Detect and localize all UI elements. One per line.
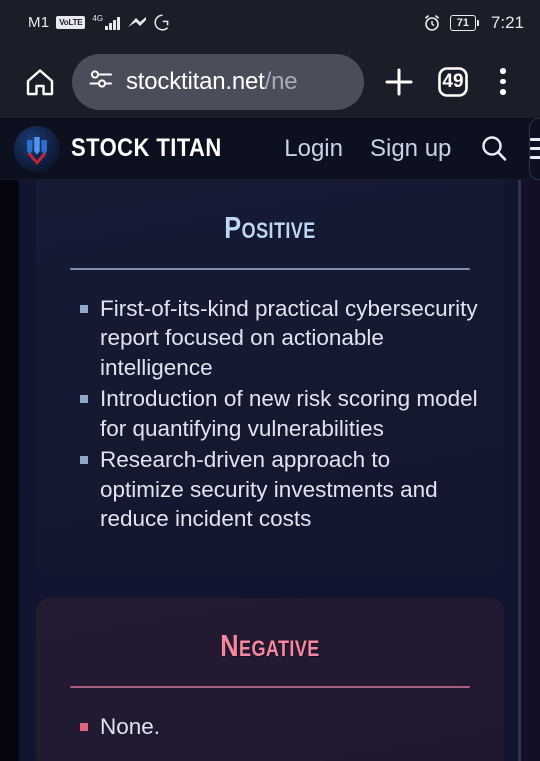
status-bar: M1 VoLTE 4G 71 7:21 — [0, 0, 540, 45]
signal-strength-bars — [105, 16, 120, 30]
signal-bars-icon: 4G — [92, 13, 120, 30]
phone-screen: M1 VoLTE 4G 71 7:21 stocktitan.net/ne 49… — [0, 0, 540, 761]
battery-icon: 71 — [449, 14, 479, 31]
volte-icon: VoLTE — [56, 15, 86, 30]
site-settings-icon[interactable] — [88, 68, 114, 95]
positive-divider — [70, 268, 470, 270]
browser-toolbar: stocktitan.net/ne 49 — [0, 45, 540, 118]
battery-level-label: 71 — [449, 14, 476, 31]
clock-label: 7:21 — [490, 12, 524, 32]
list-item: Introduction of new risk scoring model f… — [80, 384, 478, 443]
list-item: None. — [80, 712, 478, 742]
list-item: First-of-its-kind practical cybersecurit… — [80, 294, 478, 383]
list-item: Research-driven approach to optimize sec… — [80, 445, 478, 534]
vpn-icon — [127, 15, 147, 31]
page-right-gutter — [521, 180, 540, 761]
tab-switcher-icon[interactable]: 49 — [426, 55, 480, 109]
home-icon[interactable] — [14, 56, 66, 108]
new-tab-plus-icon[interactable] — [372, 55, 426, 109]
url-text: stocktitan.net/ne — [126, 67, 298, 96]
positive-card: Positive First-of-its-kind practical cyb… — [36, 180, 504, 575]
page-left-gutter — [0, 180, 19, 761]
signup-link[interactable]: Sign up — [370, 135, 451, 163]
hamburger-menu-icon[interactable] — [529, 117, 540, 180]
stock-titan-logo-icon[interactable] — [14, 125, 60, 172]
brand-title: STOCK TITAN — [71, 134, 222, 162]
negative-card-title: Negative — [220, 628, 320, 663]
url-host: stocktitan.net — [126, 67, 265, 95]
status-bar-right: 71 7:21 — [423, 13, 524, 33]
tab-count-label: 49 — [442, 70, 464, 92]
carrier-label: M1 — [28, 14, 50, 31]
alarm-icon — [423, 14, 441, 32]
page-body: Positive First-of-its-kind practical cyb… — [0, 180, 540, 761]
google-icon — [154, 14, 171, 31]
negative-card: Negative None. — [36, 598, 504, 761]
positive-card-title: Positive — [224, 210, 316, 245]
login-link[interactable]: Login — [284, 135, 343, 163]
negative-bullet-list: None. — [36, 712, 504, 742]
positive-bullet-list: First-of-its-kind practical cybersecurit… — [36, 294, 504, 534]
vertical-scrollbar[interactable] — [518, 180, 521, 761]
site-header: STOCK TITAN Login Sign up — [0, 117, 540, 180]
url-bar[interactable]: stocktitan.net/ne — [72, 53, 364, 110]
search-icon[interactable] — [477, 129, 511, 169]
status-bar-left: M1 VoLTE 4G — [28, 14, 171, 31]
content-column: Positive First-of-its-kind practical cyb… — [19, 180, 521, 761]
network-type-label: 4G — [92, 13, 104, 23]
overflow-menu-icon[interactable] — [480, 55, 526, 109]
negative-divider — [70, 686, 470, 688]
url-path: /ne — [264, 67, 298, 95]
